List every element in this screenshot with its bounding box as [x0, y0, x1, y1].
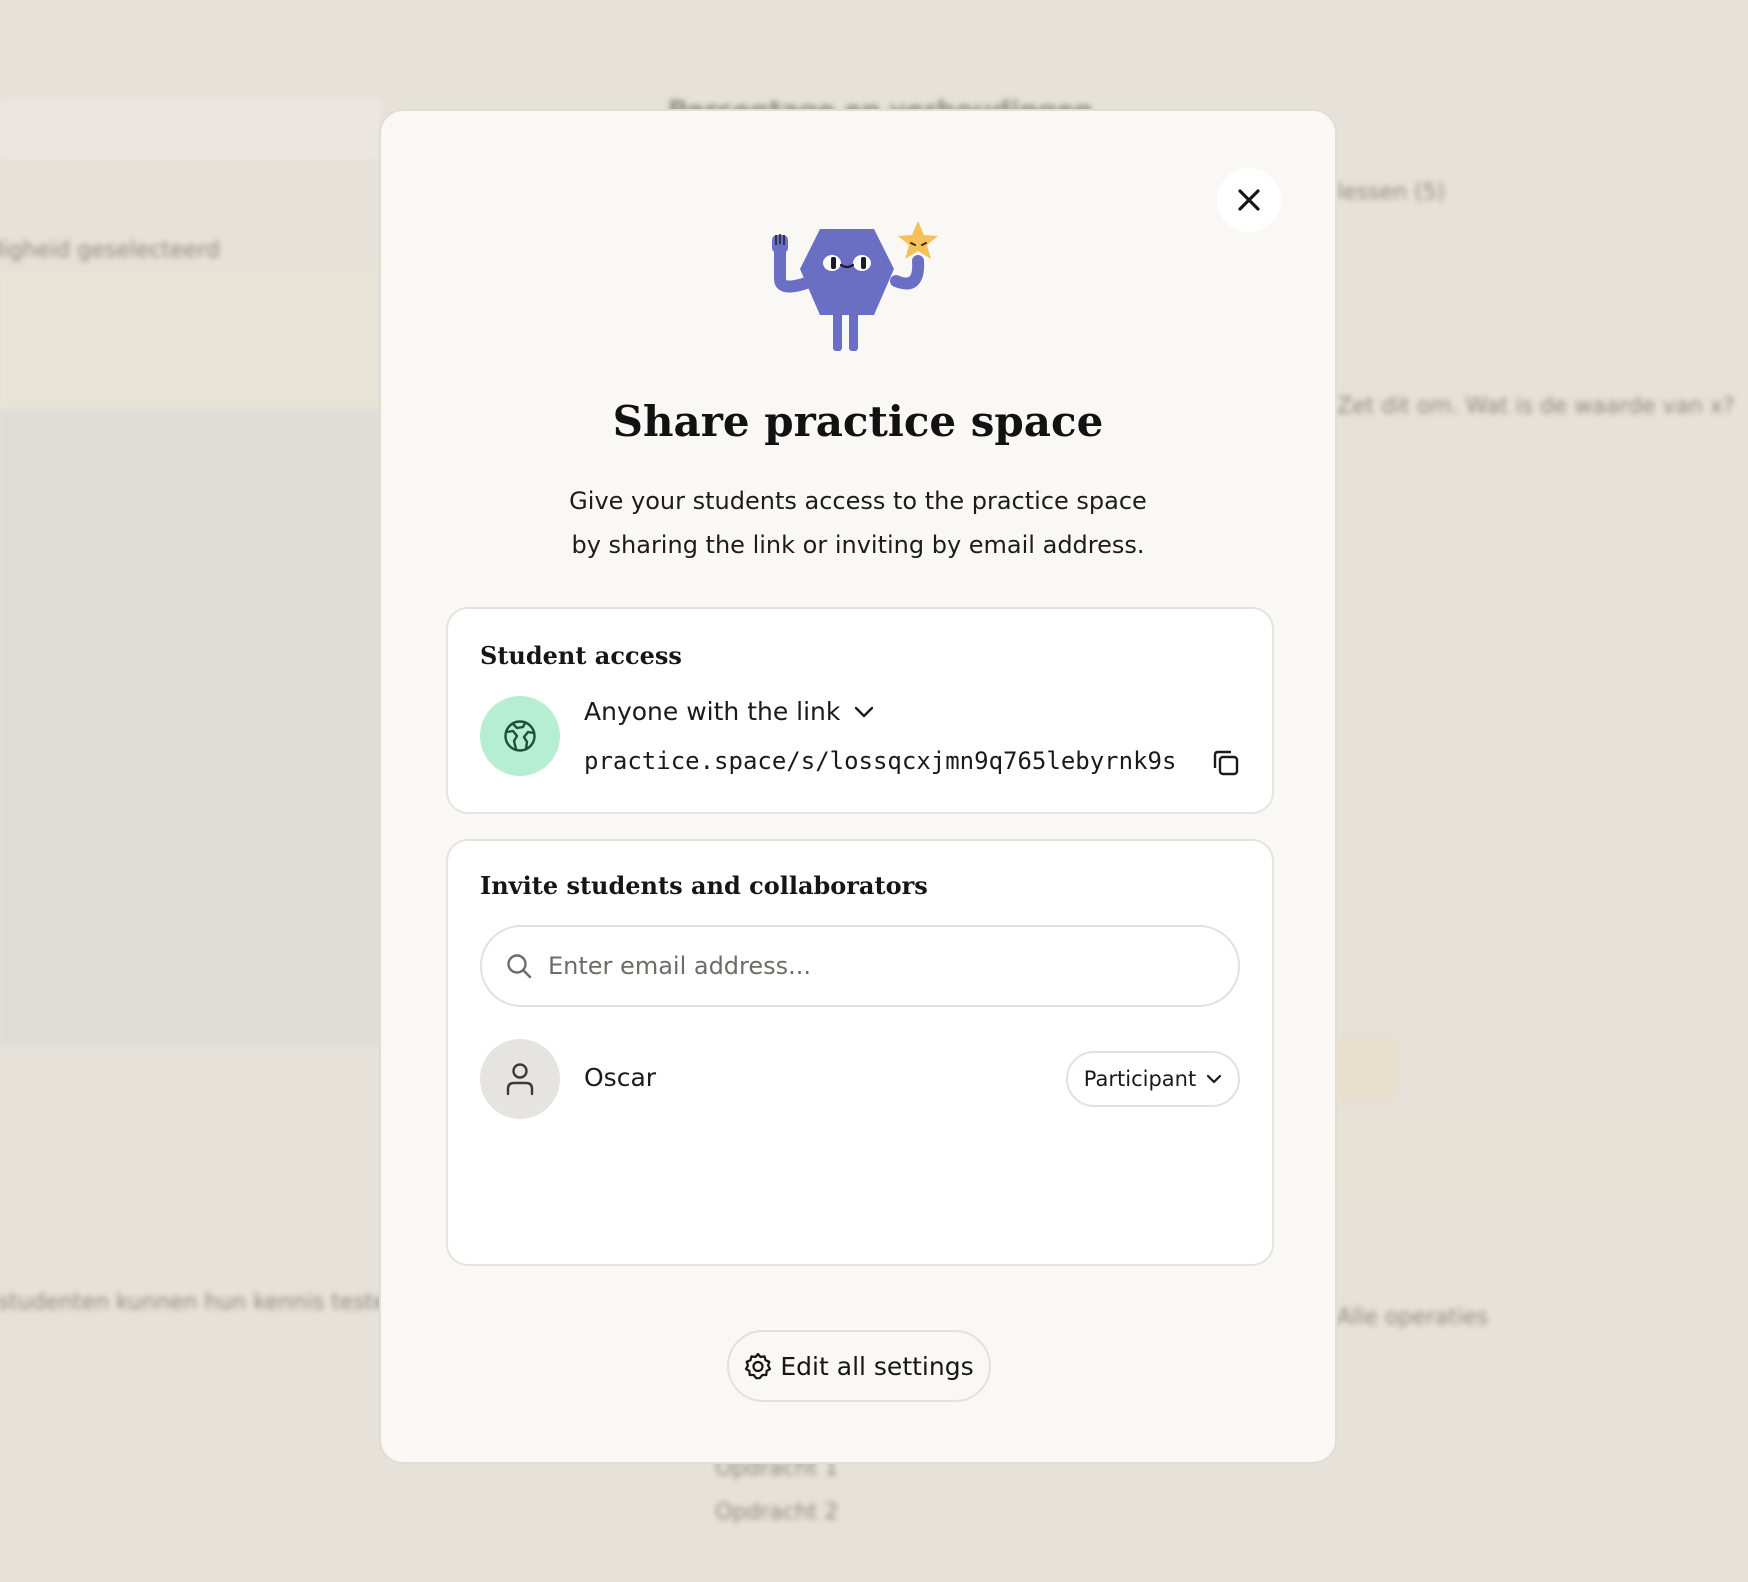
email-search-box[interactable]: [480, 925, 1240, 1007]
bg-left-bottom-text: De studenten kunnen hun kennis testen: [0, 1290, 401, 1315]
bg-right-mid-text: Zet dit om. Wat is de waarde van x?: [1337, 394, 1735, 419]
share-modal: Share practice space Give your students …: [379, 109, 1337, 1464]
bg-left-text: vaardigheid geselecteerd: [0, 238, 220, 263]
share-link[interactable]: practice.space/s/lossqcxjmn9q765lebyrnk9…: [584, 747, 1176, 775]
bg-right-top-text: lessen (5): [1337, 180, 1446, 205]
edit-settings-label: Edit all settings: [780, 1351, 974, 1381]
search-icon: [507, 954, 532, 979]
student-access-card: Student access Anyone with the link prac…: [446, 607, 1274, 814]
member-role-dropdown[interactable]: Participant: [1066, 1051, 1240, 1107]
member-role-label: Participant: [1083, 1067, 1197, 1091]
gear-icon: [745, 1352, 772, 1380]
bg-right-band: [1337, 1110, 1748, 1200]
chevron-down-icon: [855, 706, 874, 717]
bg-right-bottom-text: Alle operaties: [1337, 1305, 1489, 1330]
access-level-label: Anyone with the link: [584, 697, 841, 726]
mascot-illustration: [772, 221, 938, 351]
chevron-down-icon: [1207, 1074, 1222, 1084]
student-access-title: Student access: [480, 641, 682, 670]
bg-search-bar: [0, 100, 380, 160]
invite-title: Invite students and collaborators: [480, 871, 928, 900]
modal-title: Share practice space: [612, 397, 1104, 446]
close-icon: [1238, 189, 1260, 211]
copy-icon: [1213, 750, 1239, 776]
modal-description: Give your students access to the practic…: [569, 487, 1147, 559]
access-level-dropdown[interactable]: Anyone with the link: [584, 697, 874, 726]
bg-list-item-2: Opdracht 2: [715, 1500, 839, 1525]
bg-panel: [0, 270, 380, 410]
bg-list-area: [0, 410, 380, 1045]
edit-settings-button[interactable]: Edit all settings: [727, 1330, 991, 1402]
member-name: Oscar: [584, 1063, 657, 1092]
copy-link-button[interactable]: [1208, 744, 1244, 780]
globe-icon: [504, 720, 536, 752]
invite-card: Invite students and collaborators Oscar …: [446, 839, 1274, 1266]
email-input[interactable]: [546, 951, 1210, 981]
bg-right-tag: [1337, 1040, 1397, 1100]
close-button[interactable]: [1217, 168, 1281, 232]
user-icon: [506, 1063, 534, 1096]
globe-badge: [480, 696, 560, 776]
avatar: [480, 1039, 560, 1119]
